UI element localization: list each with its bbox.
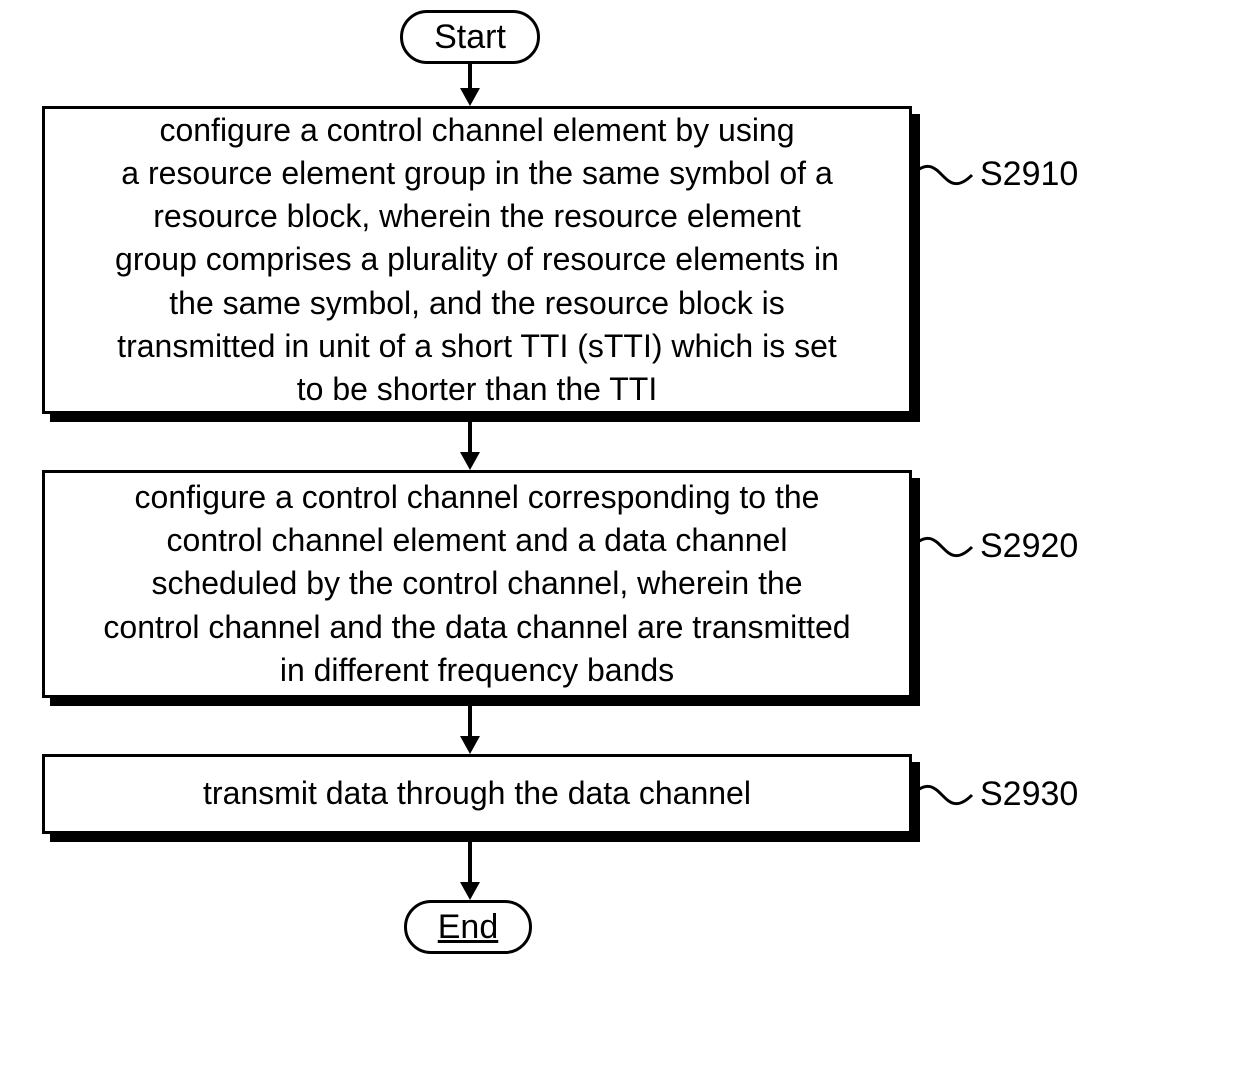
arrow-head-step3-end: [460, 882, 480, 900]
flowchart-step-s2920: configure a control channel correspondin…: [42, 470, 912, 698]
arrow-head-start-step1: [460, 88, 480, 106]
arrow-step1-step2: [468, 422, 472, 456]
step2-text: configure a control channel correspondin…: [103, 476, 850, 692]
flowchart-start: Start: [400, 10, 540, 64]
arrow-head-step1-step2: [460, 452, 480, 470]
step3-text: transmit data through the data channel: [203, 772, 751, 815]
start-text: Start: [434, 18, 506, 57]
arrow-head-step2-step3: [460, 736, 480, 754]
step3-label: S2930: [980, 775, 1078, 814]
end-text: End: [438, 908, 499, 947]
arrow-step3-end: [468, 842, 472, 886]
flowchart-step-s2910: configure a control channel element by u…: [42, 106, 912, 414]
step1-text: configure a control channel element by u…: [115, 109, 839, 411]
flowchart-step-s2930: transmit data through the data channel: [42, 754, 912, 834]
flowchart-end: End: [404, 900, 532, 954]
step2-label: S2920: [980, 527, 1078, 566]
arrow-step2-step3: [468, 706, 472, 740]
step1-label: S2910: [980, 155, 1078, 194]
